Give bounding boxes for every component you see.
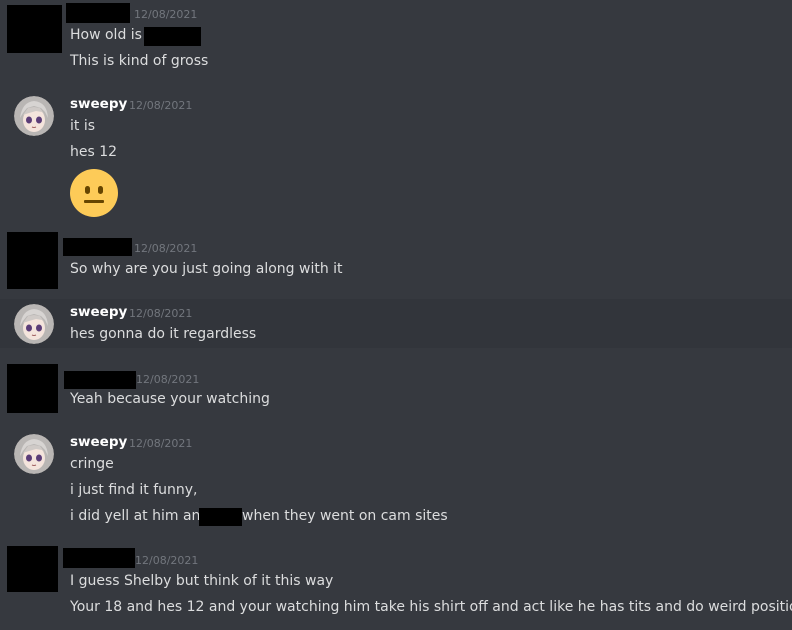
message-text: hes gonna do it regardless — [70, 326, 257, 342]
username[interactable]: sweepy — [70, 96, 127, 112]
message-timestamp: 12/08/2021 — [134, 8, 198, 21]
sweepy-avatar[interactable] — [14, 434, 54, 474]
message-timestamp: 12/08/2021 — [134, 242, 198, 255]
message-text: cringe — [70, 456, 114, 472]
message-text: Yeah because your watching — [70, 391, 270, 407]
redacted-avatar — [7, 546, 58, 592]
message-text: This is kind of gross — [70, 53, 209, 69]
message-text: I guess Shelby but think of it this way — [70, 573, 334, 589]
redacted-username — [64, 371, 136, 389]
message-text: Your 18 and hes 12 and your watching him… — [70, 599, 792, 615]
redacted-username — [63, 548, 135, 568]
message-timestamp: 12/08/2021 — [136, 373, 200, 386]
message-timestamp: 12/08/2021 — [129, 307, 193, 320]
redacted-text — [199, 508, 242, 526]
username[interactable]: sweepy — [70, 434, 127, 450]
emoji-right-eye — [98, 186, 103, 194]
neutral-face-emoji[interactable] — [70, 169, 118, 217]
message-timestamp: 12/08/2021 — [129, 99, 193, 112]
message-text: hes 12 — [70, 144, 118, 160]
redacted-username — [66, 3, 130, 23]
message-timestamp: 12/08/2021 — [135, 554, 199, 567]
redacted-avatar — [7, 364, 58, 413]
message-text: So why are you just going along with it — [70, 261, 343, 277]
sweepy-avatar[interactable] — [14, 304, 54, 344]
message-text: How old is — [70, 27, 142, 43]
redacted-username — [63, 238, 132, 256]
emoji-mouth — [84, 200, 104, 203]
emoji-left-eye — [85, 186, 90, 194]
message-text: it is — [70, 118, 96, 134]
message-text: i did yell at him and — [70, 508, 210, 524]
sweepy-avatar[interactable] — [14, 96, 54, 136]
message-text: when they went on cam sites — [242, 508, 448, 524]
redacted-text — [144, 27, 201, 46]
redacted-avatar — [7, 5, 62, 53]
username[interactable]: sweepy — [70, 304, 127, 320]
message-timestamp: 12/08/2021 — [129, 437, 193, 450]
message-text: i just find it funny, — [70, 482, 198, 498]
redacted-avatar — [7, 232, 58, 289]
